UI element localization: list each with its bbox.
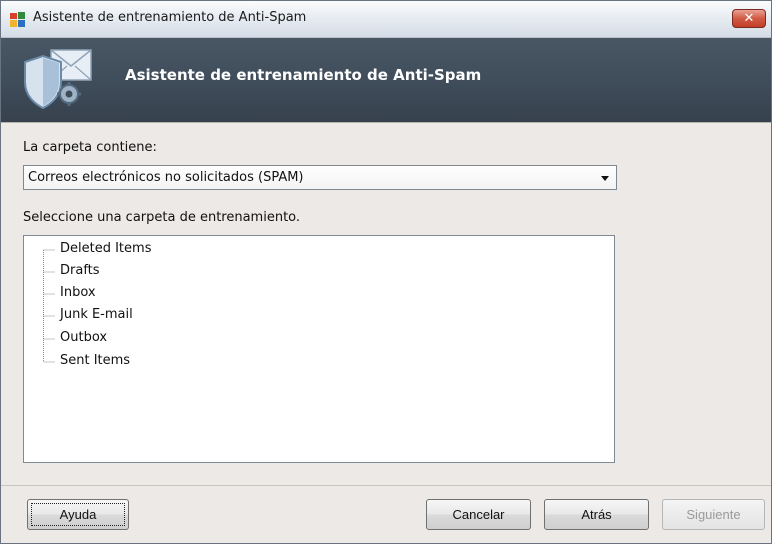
close-button[interactable]: ✕ [732, 9, 766, 28]
footer-divider [1, 485, 771, 486]
folder-type-dropdown[interactable]: Correos electrónicos no solicitados (SPA… [23, 165, 617, 190]
chevron-down-icon[interactable] [601, 176, 609, 181]
tree-item-deleted-items[interactable]: Deleted Items [60, 241, 151, 256]
folder-contains-label: La carpeta contiene: [23, 140, 157, 155]
wizard-header: Asistente de entrenamiento de Anti-Spam [1, 38, 771, 122]
tree-connector-lines [43, 249, 55, 363]
cancel-button[interactable]: Cancelar [426, 499, 531, 530]
tree-item-outbox[interactable]: Outbox [60, 330, 107, 345]
tree-item-drafts[interactable]: Drafts [60, 263, 100, 278]
tree-item-junk-email[interactable]: Junk E-mail [60, 307, 133, 322]
title-bar[interactable]: Asistente de entrenamiento de Anti-Spam … [1, 1, 771, 38]
training-folder-tree[interactable]: Deleted Items Drafts Inbox Junk E-mail O… [23, 235, 615, 463]
next-button[interactable]: Siguiente [662, 499, 765, 530]
avg-logo-icon [10, 12, 25, 27]
back-button[interactable]: Atrás [544, 499, 649, 530]
window-title: Asistente de entrenamiento de Anti-Spam [33, 10, 307, 25]
antispam-shield-icon [24, 49, 92, 110]
tree-item-inbox[interactable]: Inbox [60, 285, 96, 300]
wizard-window: Asistente de entrenamiento de Anti-Spam … [0, 0, 772, 544]
close-icon: ✕ [743, 11, 755, 26]
help-button[interactable]: Ayuda [27, 499, 129, 530]
select-folder-label: Seleccione una carpeta de entrenamiento. [23, 210, 301, 225]
focus-rectangle [31, 503, 125, 526]
folder-type-selected: Correos electrónicos no solicitados (SPA… [28, 170, 304, 185]
tree-item-sent-items[interactable]: Sent Items [60, 353, 130, 368]
wizard-title: Asistente de entrenamiento de Anti-Spam [125, 66, 482, 84]
